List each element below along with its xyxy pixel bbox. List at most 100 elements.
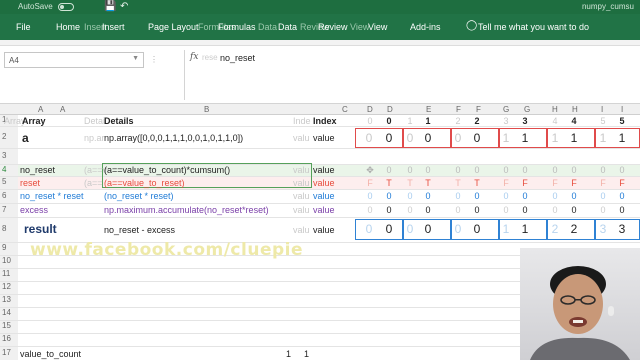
no-reset-value[interactable]: 0 [383, 165, 395, 175]
index-1[interactable]: 1 [422, 116, 434, 126]
column-header-a[interactable]: A [60, 105, 65, 114]
no-reset-reset-value[interactable]: 0 [422, 191, 434, 201]
index-4[interactable]: 4 [568, 116, 580, 126]
excess-value[interactable]: 0 [364, 205, 376, 215]
no-reset-value[interactable]: 0 [422, 165, 434, 175]
excess-value[interactable]: 0 [404, 205, 416, 215]
reset-value[interactable]: F [616, 178, 628, 188]
no-reset-value[interactable]: 0 [597, 165, 609, 175]
no-reset-reset-details[interactable]: (no_reset * reset) [104, 191, 174, 201]
column-header-f-ghost[interactable]: F [456, 105, 461, 114]
result-value-3[interactable]: 1 [519, 222, 531, 236]
chevron-down-icon[interactable]: ▼ [132, 55, 139, 62]
column-header-i[interactable]: I [621, 105, 623, 114]
undo-icon[interactable]: ↶ [120, 1, 128, 12]
reset-value[interactable]: T [404, 178, 416, 188]
row-header-10[interactable]: 10 [0, 255, 18, 268]
header-index[interactable]: Index [313, 116, 337, 126]
row-header-5[interactable]: 5 [0, 176, 18, 189]
tab-file[interactable]: File [16, 22, 31, 32]
column-header-e[interactable]: E [426, 105, 431, 114]
column-header-d[interactable]: D [387, 105, 393, 114]
row-header-2[interactable]: 2 [0, 126, 18, 148]
no-reset-value[interactable]: 0 [568, 165, 580, 175]
no-reset-value[interactable]: 0 [471, 165, 483, 175]
excess-label[interactable]: value [313, 205, 335, 215]
no-reset-reset-value[interactable]: 0 [404, 191, 416, 201]
tell-me-search[interactable]: Tell me what you want to do [478, 22, 589, 32]
result-details[interactable]: no_reset - excess [104, 225, 175, 235]
no-reset-reset-value[interactable]: 0 [452, 191, 464, 201]
header-details[interactable]: Details [104, 116, 134, 126]
no-reset-value[interactable]: 0 [452, 165, 464, 175]
reset-value[interactable]: F [597, 178, 609, 188]
no-reset-value[interactable]: 0 [519, 165, 531, 175]
no-reset-reset-value[interactable]: 0 [383, 191, 395, 201]
column-header-a-ghost[interactable]: A [38, 105, 43, 114]
column-header-h[interactable]: H [572, 105, 578, 114]
result-value-1[interactable]: 0 [422, 222, 434, 236]
column-header-d-ghost[interactable]: D [367, 105, 373, 114]
index-2[interactable]: 2 [471, 116, 483, 126]
reset-value[interactable]: T [452, 178, 464, 188]
value-to-count-value[interactable]: 1 [304, 349, 309, 359]
index-5[interactable]: 5 [616, 116, 628, 126]
array-a-details[interactable]: np.array([0,0,0,1,1,1,0,0,1,0,1,1,0]) [104, 133, 243, 143]
reset-label[interactable]: value [313, 178, 335, 188]
row-header-15[interactable]: 15 [0, 320, 18, 333]
no-reset-details[interactable]: (a==value_to_count)*cumsum() [104, 165, 230, 175]
reset-value[interactable]: F [549, 178, 561, 188]
no-reset-value[interactable]: 0 [404, 165, 416, 175]
array-a-name[interactable]: a [22, 131, 29, 145]
reset-value[interactable]: T [422, 178, 434, 188]
index-3[interactable]: 3 [519, 116, 531, 126]
a-value-5[interactable]: 1 [616, 131, 628, 145]
reset-value[interactable]: F [364, 178, 376, 188]
insert-function-icon[interactable]: fx [190, 52, 198, 62]
no-reset-value[interactable]: 0 [500, 165, 512, 175]
no-reset-value[interactable]: 0 [616, 165, 628, 175]
name-box[interactable]: A4 ▼ [4, 52, 144, 68]
result-value-0[interactable]: 0 [383, 222, 395, 236]
no-reset-reset-value[interactable]: 0 [519, 191, 531, 201]
row-header-12[interactable]: 12 [0, 281, 18, 294]
row-header-14[interactable]: 14 [0, 307, 18, 320]
value-to-count-label[interactable]: value_to_count [20, 349, 81, 359]
excess-value[interactable]: 0 [549, 205, 561, 215]
no-reset-reset-name[interactable]: no_reset * reset [20, 191, 84, 201]
excess-value[interactable]: 0 [616, 205, 628, 215]
no-reset-reset-value[interactable]: 0 [549, 191, 561, 201]
result-name[interactable]: result [24, 222, 57, 236]
row-header-6[interactable]: 6 [0, 189, 18, 203]
tab-data[interactable]: Data [278, 22, 297, 32]
excess-value[interactable]: 0 [471, 205, 483, 215]
row-header-7[interactable]: 7 [0, 203, 18, 217]
row-header-8[interactable]: 8 [0, 217, 18, 242]
row-header-3[interactable]: 3 [0, 148, 18, 164]
column-header-i-ghost[interactable]: I [601, 105, 603, 114]
reset-details[interactable]: (a==value_to_reset) [104, 178, 185, 188]
a-value-3[interactable]: 1 [519, 131, 531, 145]
tab-page-layout[interactable]: Page Layout [148, 22, 199, 32]
index-0[interactable]: 0 [383, 116, 395, 126]
no-reset-reset-value[interactable]: 0 [597, 191, 609, 201]
column-header-f[interactable]: F [476, 105, 481, 114]
row-header-4[interactable]: 4 [0, 164, 18, 176]
reset-name[interactable]: reset [20, 178, 40, 188]
result-label[interactable]: value [313, 225, 335, 235]
row-header-17[interactable]: 17 [0, 346, 18, 360]
header-array[interactable]: Array [22, 116, 46, 126]
reset-value[interactable]: F [568, 178, 580, 188]
row-header-16[interactable]: 16 [0, 333, 18, 346]
reset-value[interactable]: F [519, 178, 531, 188]
reset-value[interactable]: T [471, 178, 483, 188]
a-value-4[interactable]: 1 [568, 131, 580, 145]
autosave-toggle[interactable] [58, 3, 74, 11]
row-header-9[interactable]: 9 [0, 242, 18, 255]
no-reset-label[interactable]: value [313, 165, 335, 175]
tab-review[interactable]: Review [318, 22, 348, 32]
excess-details[interactable]: np.maximum.accumulate(no_reset*reset) [104, 205, 269, 215]
formula-input[interactable]: no_reset [220, 53, 255, 63]
excess-value[interactable]: 0 [597, 205, 609, 215]
tab-formulas[interactable]: Formulas [218, 22, 256, 32]
